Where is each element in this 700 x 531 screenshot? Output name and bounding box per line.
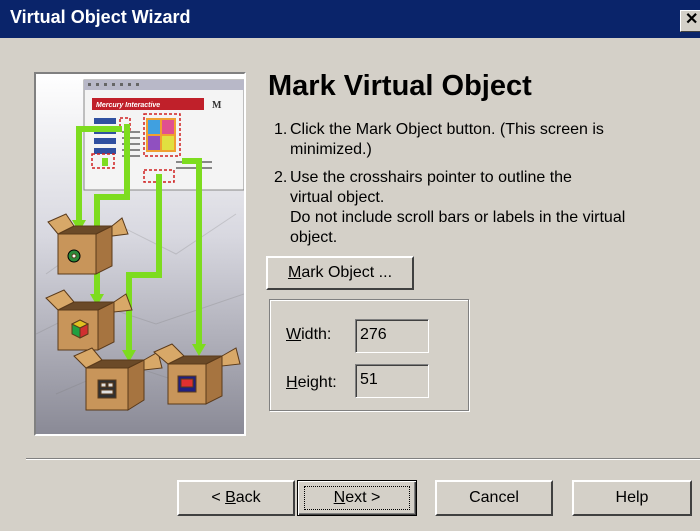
step-1-line-2: minimized.) xyxy=(290,141,372,158)
height-field[interactable]: 51 xyxy=(355,364,429,398)
help-button[interactable]: Help xyxy=(572,480,692,516)
step-1-line-1: Click the Mark Object button. (This scre… xyxy=(290,121,604,138)
close-icon: ✕ xyxy=(685,11,699,28)
page-title: Mark Virtual Object xyxy=(268,70,532,102)
back-label-pre: < xyxy=(211,489,226,506)
back-label: ack xyxy=(235,489,261,506)
wizard-illustration: Mercury Interactive M xyxy=(34,72,246,436)
wizard-window: Virtual Object Wizard ✕ Mercury Interact… xyxy=(0,0,700,531)
back-mnemonic: B xyxy=(225,489,236,506)
height-label: Height: xyxy=(286,374,337,392)
step-2-line-3: Do not include scroll bars or labels in … xyxy=(290,209,626,226)
next-focus-rect xyxy=(304,486,410,510)
step-2-line-4: object. xyxy=(290,229,338,246)
cancel-button[interactable]: Cancel xyxy=(435,480,553,516)
mark-object-button[interactable]: Mark Object ... xyxy=(266,256,414,290)
step-2-line-1: Use the crosshairs pointer to outline th… xyxy=(290,169,572,186)
width-mnemonic: W xyxy=(286,326,302,343)
window-title: Virtual Object Wizard xyxy=(10,7,191,27)
step-2-number: 2. xyxy=(274,169,288,186)
width-label: Width: xyxy=(286,326,331,344)
title-bar[interactable]: Virtual Object Wizard ✕ xyxy=(0,0,700,38)
banner-text: Mercury Interactive xyxy=(96,102,160,109)
illustration-art: Mercury Interactive M xyxy=(36,74,244,434)
height-mnemonic: H xyxy=(286,374,298,391)
dimensions-group: Width: 276 Height: 51 xyxy=(269,299,469,411)
height-label-text: eight: xyxy=(297,374,337,391)
close-button[interactable]: ✕ xyxy=(680,10,700,32)
step-2-line-2: virtual object. xyxy=(290,189,385,206)
back-button[interactable]: < Back xyxy=(177,480,295,516)
footer-separator xyxy=(26,458,700,460)
logo-text: M xyxy=(212,100,222,111)
width-label-text: idth: xyxy=(301,326,332,343)
next-button[interactable]: Next > xyxy=(297,480,417,516)
mark-object-label: ark Object ... xyxy=(301,264,393,281)
mark-object-mnemonic: M xyxy=(287,264,302,281)
width-field[interactable]: 276 xyxy=(355,319,429,353)
step-1-number: 1. xyxy=(274,121,288,138)
